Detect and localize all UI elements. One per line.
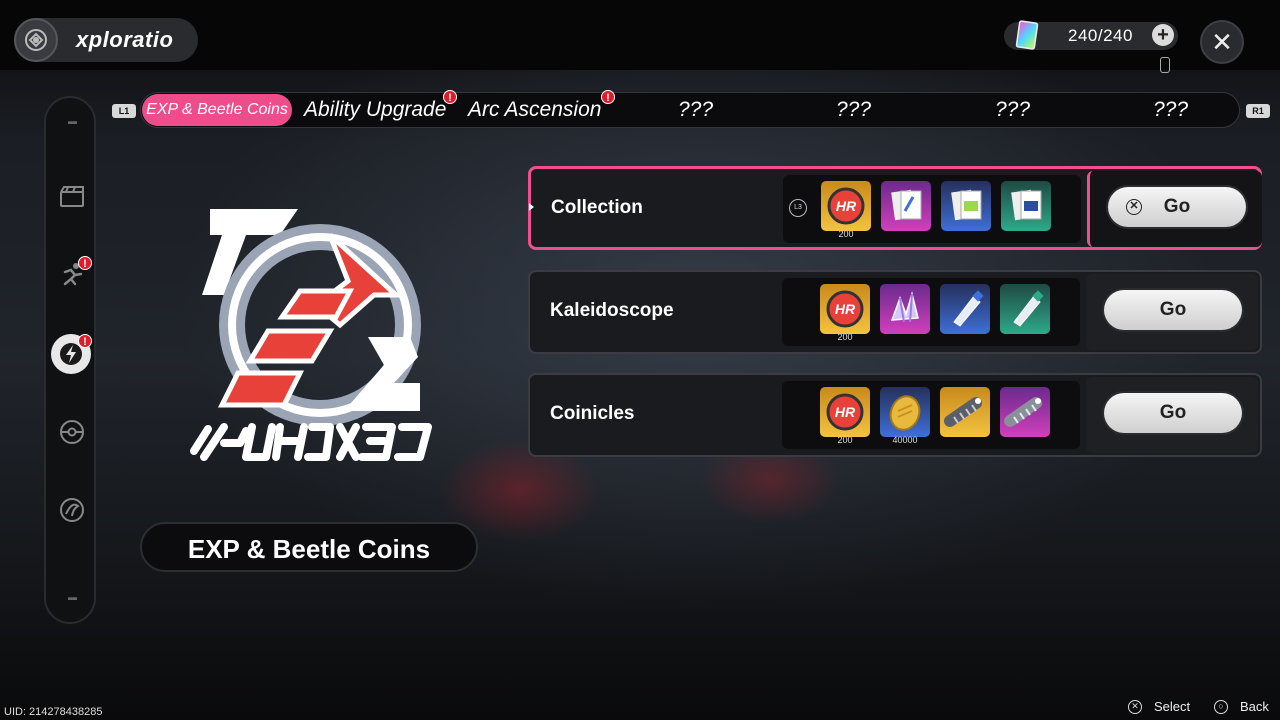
spring-coil-icon[interactable] [940,387,990,437]
clapperboard-icon [60,186,84,207]
tab-arc-ascension[interactable]: Arc Ascension [468,94,601,126]
mission-card-coinicles[interactable]: Coinicles HR 200 40000 Go [528,373,1262,457]
mission-card-kaleidoscope[interactable]: Kaleidoscope HR 200 Go [528,270,1262,354]
tab-locked-1[interactable]: ??? [678,94,713,126]
alert-badge: ! [78,334,92,348]
capsule-ball-icon [60,420,84,444]
reward-list: L3 HR 200 [783,175,1081,243]
tab-locked-3[interactable]: ??? [995,94,1030,126]
alert-badge: ! [601,90,615,104]
alert-badge: ! [443,90,457,104]
sidebar-item-special[interactable] [58,496,86,524]
l3-button-hint[interactable]: L3 [789,199,807,217]
mission-card-collection[interactable]: Collection L3 HR 200 ✕ Go [528,166,1262,250]
holo-card-icon [1015,20,1039,50]
go-button[interactable]: ✕ Go [1108,187,1246,227]
page-title: xploratio [76,27,174,52]
mission-name: Collection [551,197,643,218]
cross-button-icon: ✕ [1128,700,1142,714]
circle-button-icon: ○ [1214,700,1228,714]
sky-hunter-logo [190,209,432,461]
card-pack-icon[interactable] [941,181,991,231]
reward-quantity: 200 [837,332,853,342]
spring-coil-icon[interactable] [1000,387,1050,437]
mission-name: Coinicles [550,403,635,424]
paint-tube-icon[interactable] [940,284,990,334]
go-label: Go [1163,196,1191,217]
card-pack-icon[interactable] [1001,181,1051,231]
stamina-value: 240/240 [1068,26,1133,45]
tab-locked-2[interactable]: ??? [836,94,871,126]
hunter-badge-icon[interactable]: HR [821,181,871,231]
close-button[interactable]: ✕ [1200,20,1244,64]
category-sidebar: ▬ ! ! ▬ [44,96,96,624]
reward-quantity: 40000 [892,435,918,445]
user-id: UID: 214278438285 [4,706,103,718]
go-area: ✕ Go [1087,171,1262,247]
alert-badge: ! [78,256,92,270]
go-button[interactable]: Go [1104,393,1242,433]
go-button[interactable]: Go [1104,290,1242,330]
reward-list: HR 200 [782,278,1080,346]
tab-ability-upgrade[interactable]: Ability Upgrade [304,94,446,126]
l1-shoulder-hint[interactable]: L1 [112,104,136,118]
tab-exp-beetle-coins[interactable]: EXP & Beetle Coins [142,94,292,126]
golden-egg-icon[interactable] [880,387,930,437]
hunter-badge-icon[interactable]: HR [820,284,870,334]
svg-text:HR: HR [836,198,857,214]
svg-text:HR: HR [835,301,856,317]
cross-button-icon: ✕ [1126,199,1142,215]
card-pack-icon[interactable] [881,181,931,231]
scroll-up-indicator: ▬ [68,116,77,126]
exploration-emblem-icon [14,18,58,62]
scroll-down-indicator: ▬ [68,592,77,602]
r1-shoulder-hint[interactable]: R1 [1246,104,1270,118]
mode-header: xploratio [14,18,198,62]
go-area: Go [1086,274,1258,350]
reward-quantity: 200 [838,229,854,239]
selection-arrow-icon [529,203,534,211]
sidebar-item-capsule[interactable] [58,418,86,446]
paint-tube-icon[interactable] [1000,284,1050,334]
select-hint[interactable]: Select [1154,699,1190,714]
tab-locked-4[interactable]: ??? [1153,94,1188,126]
swirl-target-icon [60,498,84,522]
add-stamina-button[interactable]: + [1152,24,1174,46]
stamina-counter: 240/240 + [1004,20,1178,50]
go-area: Go [1086,377,1258,453]
svg-text:HR: HR [835,404,856,420]
mission-name: Kaleidoscope [550,300,674,321]
phone-icon [1160,57,1170,73]
crystal-cluster-icon[interactable] [880,284,930,334]
selected-mode-title: EXP & Beetle Coins [187,534,431,564]
selected-mode-label: EXP & Beetle Coins [140,522,478,572]
reward-quantity: 200 [837,435,853,445]
sidebar-item-story[interactable] [58,182,86,210]
reward-list: HR 200 40000 [782,381,1080,449]
hunter-badge-icon[interactable]: HR [820,387,870,437]
back-hint[interactable]: Back [1240,699,1269,714]
